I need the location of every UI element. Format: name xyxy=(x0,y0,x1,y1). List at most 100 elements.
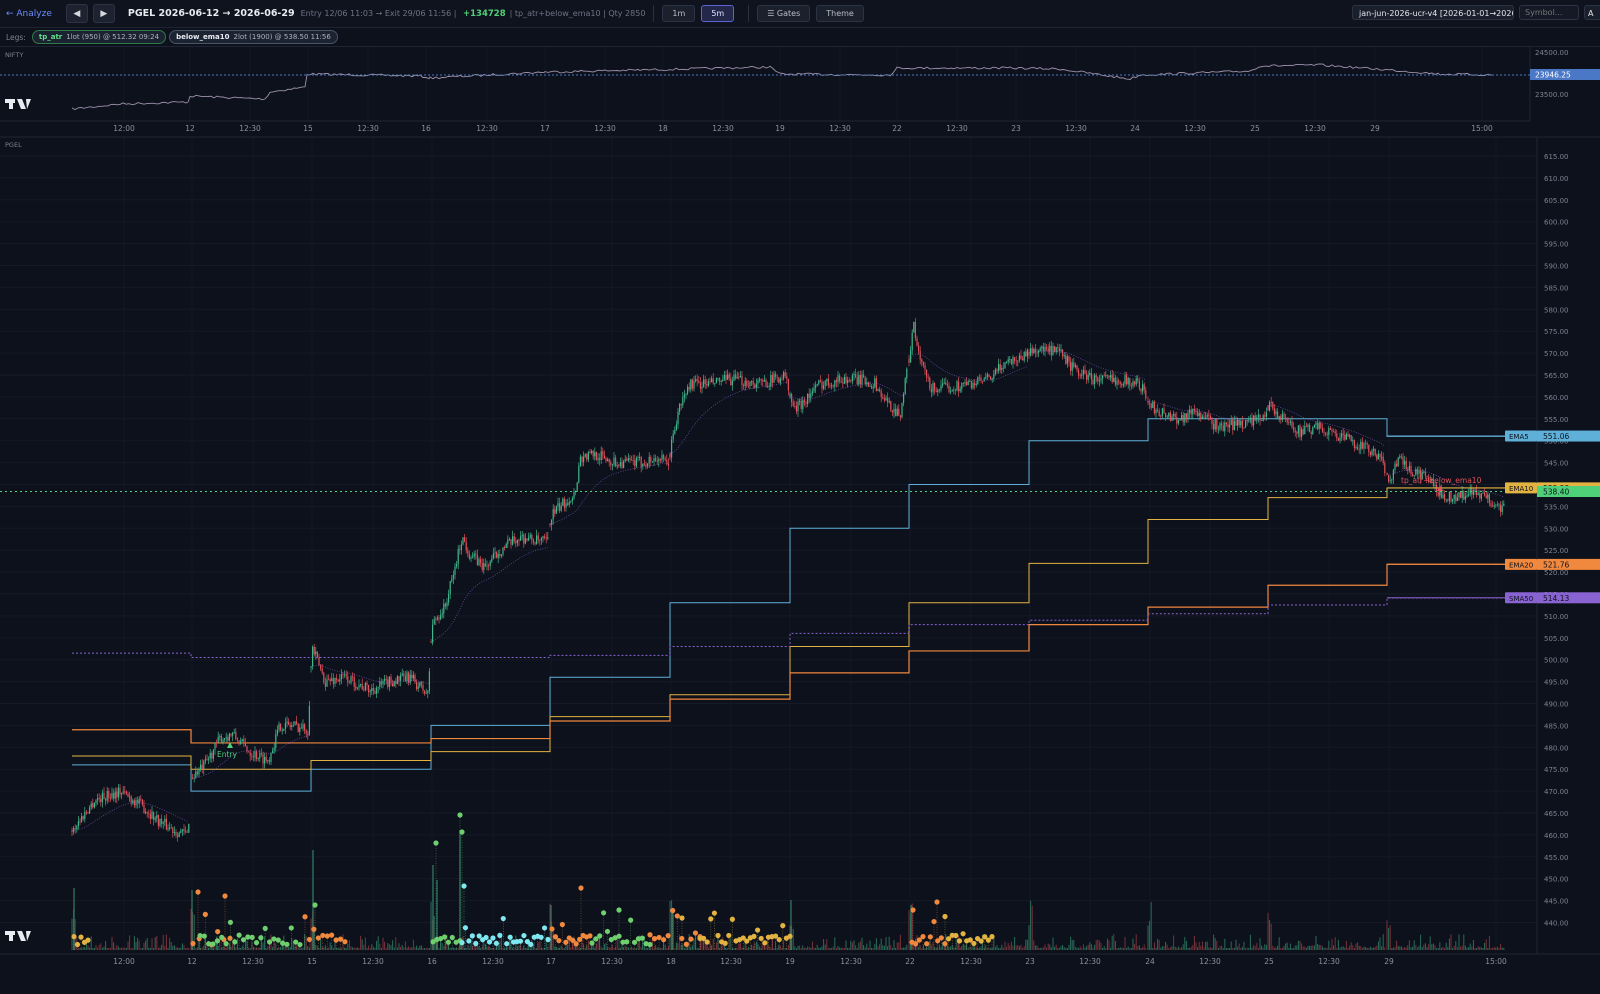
volume-bar xyxy=(428,947,430,950)
signal-dot xyxy=(312,902,318,908)
x-tick-label: 23 xyxy=(1025,957,1035,966)
candle-body xyxy=(805,402,807,404)
volume-bar xyxy=(146,937,148,950)
chart-canvas[interactable]: NIFTY 24500.0023500.00 23946.25 12:00 12 1… xyxy=(0,0,1600,994)
candle-body xyxy=(1015,360,1017,362)
candle-body xyxy=(1025,351,1027,357)
nifty-x-tick-label: 23 xyxy=(1011,124,1021,133)
nifty-x-tick-label: 12:00 xyxy=(113,124,135,133)
candle-body xyxy=(932,383,934,393)
volume-bar xyxy=(393,947,395,950)
candle-body xyxy=(82,816,84,819)
x-tick-label: 12:30 xyxy=(362,957,384,966)
volume-bar xyxy=(835,947,837,950)
candle-body xyxy=(1301,429,1303,437)
candle-body xyxy=(1281,413,1283,420)
candle-body xyxy=(1246,420,1248,422)
candle-body xyxy=(794,405,796,407)
volume-bar xyxy=(1135,934,1137,950)
volume-bar xyxy=(504,947,506,950)
volume-bar xyxy=(1010,941,1012,950)
candle-body xyxy=(420,682,422,685)
candle-body xyxy=(481,563,483,570)
candle-body xyxy=(738,376,740,378)
volume-bar xyxy=(1209,947,1211,950)
volume-bar xyxy=(1259,938,1261,950)
volume-bar xyxy=(352,947,354,950)
signal-dot xyxy=(938,935,944,941)
candle-body xyxy=(1320,422,1322,429)
volume-bar xyxy=(1169,947,1171,950)
candle-body xyxy=(816,384,818,386)
volume-bar xyxy=(300,947,302,950)
candle-body xyxy=(140,798,142,800)
volume-bar xyxy=(1044,944,1046,950)
volume-bar xyxy=(816,944,818,950)
signal-dot xyxy=(787,933,793,939)
candle-body xyxy=(613,457,615,465)
candle-body xyxy=(1108,375,1110,378)
volume-bar xyxy=(978,947,980,950)
candle-body xyxy=(1490,503,1492,507)
candle-body xyxy=(374,690,376,694)
volume-bar xyxy=(999,947,1001,950)
candle-body xyxy=(456,564,458,567)
candle-body xyxy=(642,463,644,467)
nifty-x-tick-label: 19 xyxy=(775,124,785,133)
signal-dot xyxy=(469,933,475,939)
candle-body xyxy=(1169,412,1171,421)
volume-bar xyxy=(360,935,362,950)
volume-bar xyxy=(847,948,849,950)
volume-bar xyxy=(880,938,882,950)
volume-bar xyxy=(930,944,932,950)
candle-body xyxy=(122,791,124,793)
candle-body xyxy=(688,386,690,390)
candle-body xyxy=(634,460,636,467)
volume-bar xyxy=(412,939,414,950)
volume-bar xyxy=(1476,947,1478,950)
signal-dot xyxy=(647,932,653,938)
candle-body xyxy=(1480,493,1482,499)
volume-bar xyxy=(1371,947,1373,950)
volume-bar xyxy=(390,945,392,950)
candle-body xyxy=(685,393,687,395)
candle-body xyxy=(899,415,901,418)
volume-bar xyxy=(695,934,697,950)
nifty-series xyxy=(0,63,1530,111)
candle-body xyxy=(241,739,243,742)
volume-bar xyxy=(1038,947,1040,950)
candle-body xyxy=(834,380,836,387)
volume-bar xyxy=(1420,934,1422,950)
candle-body xyxy=(672,433,674,440)
candle-body xyxy=(935,390,937,392)
candle-body xyxy=(1081,374,1083,377)
volume-bar xyxy=(765,946,767,950)
signal-dot xyxy=(715,932,721,939)
volume-bar xyxy=(1150,902,1152,950)
volume-bar xyxy=(395,937,397,950)
volume-spike xyxy=(432,865,434,950)
signal-dot xyxy=(989,934,995,940)
candle-body xyxy=(462,537,464,545)
volume-bar xyxy=(938,944,940,950)
candle-body xyxy=(584,454,586,457)
candle-body xyxy=(446,602,448,607)
volume-bar xyxy=(696,947,698,950)
volume-bar xyxy=(647,948,649,950)
volume-bar xyxy=(97,947,99,950)
candle-body xyxy=(1342,433,1344,435)
candle-body xyxy=(1036,352,1038,354)
candle-body xyxy=(491,558,493,562)
volume-bar xyxy=(632,947,634,950)
volume-bar xyxy=(384,941,386,950)
volume-bar xyxy=(465,947,467,950)
volume-bar xyxy=(811,941,813,950)
volume-bar xyxy=(1108,940,1110,950)
candle-body xyxy=(1190,409,1192,415)
volume-bar xyxy=(272,946,274,950)
candle-body xyxy=(974,383,976,386)
candle-body xyxy=(297,724,299,733)
candle-body xyxy=(1182,415,1184,423)
volume-bar xyxy=(1105,947,1107,950)
candle-body xyxy=(715,378,717,384)
